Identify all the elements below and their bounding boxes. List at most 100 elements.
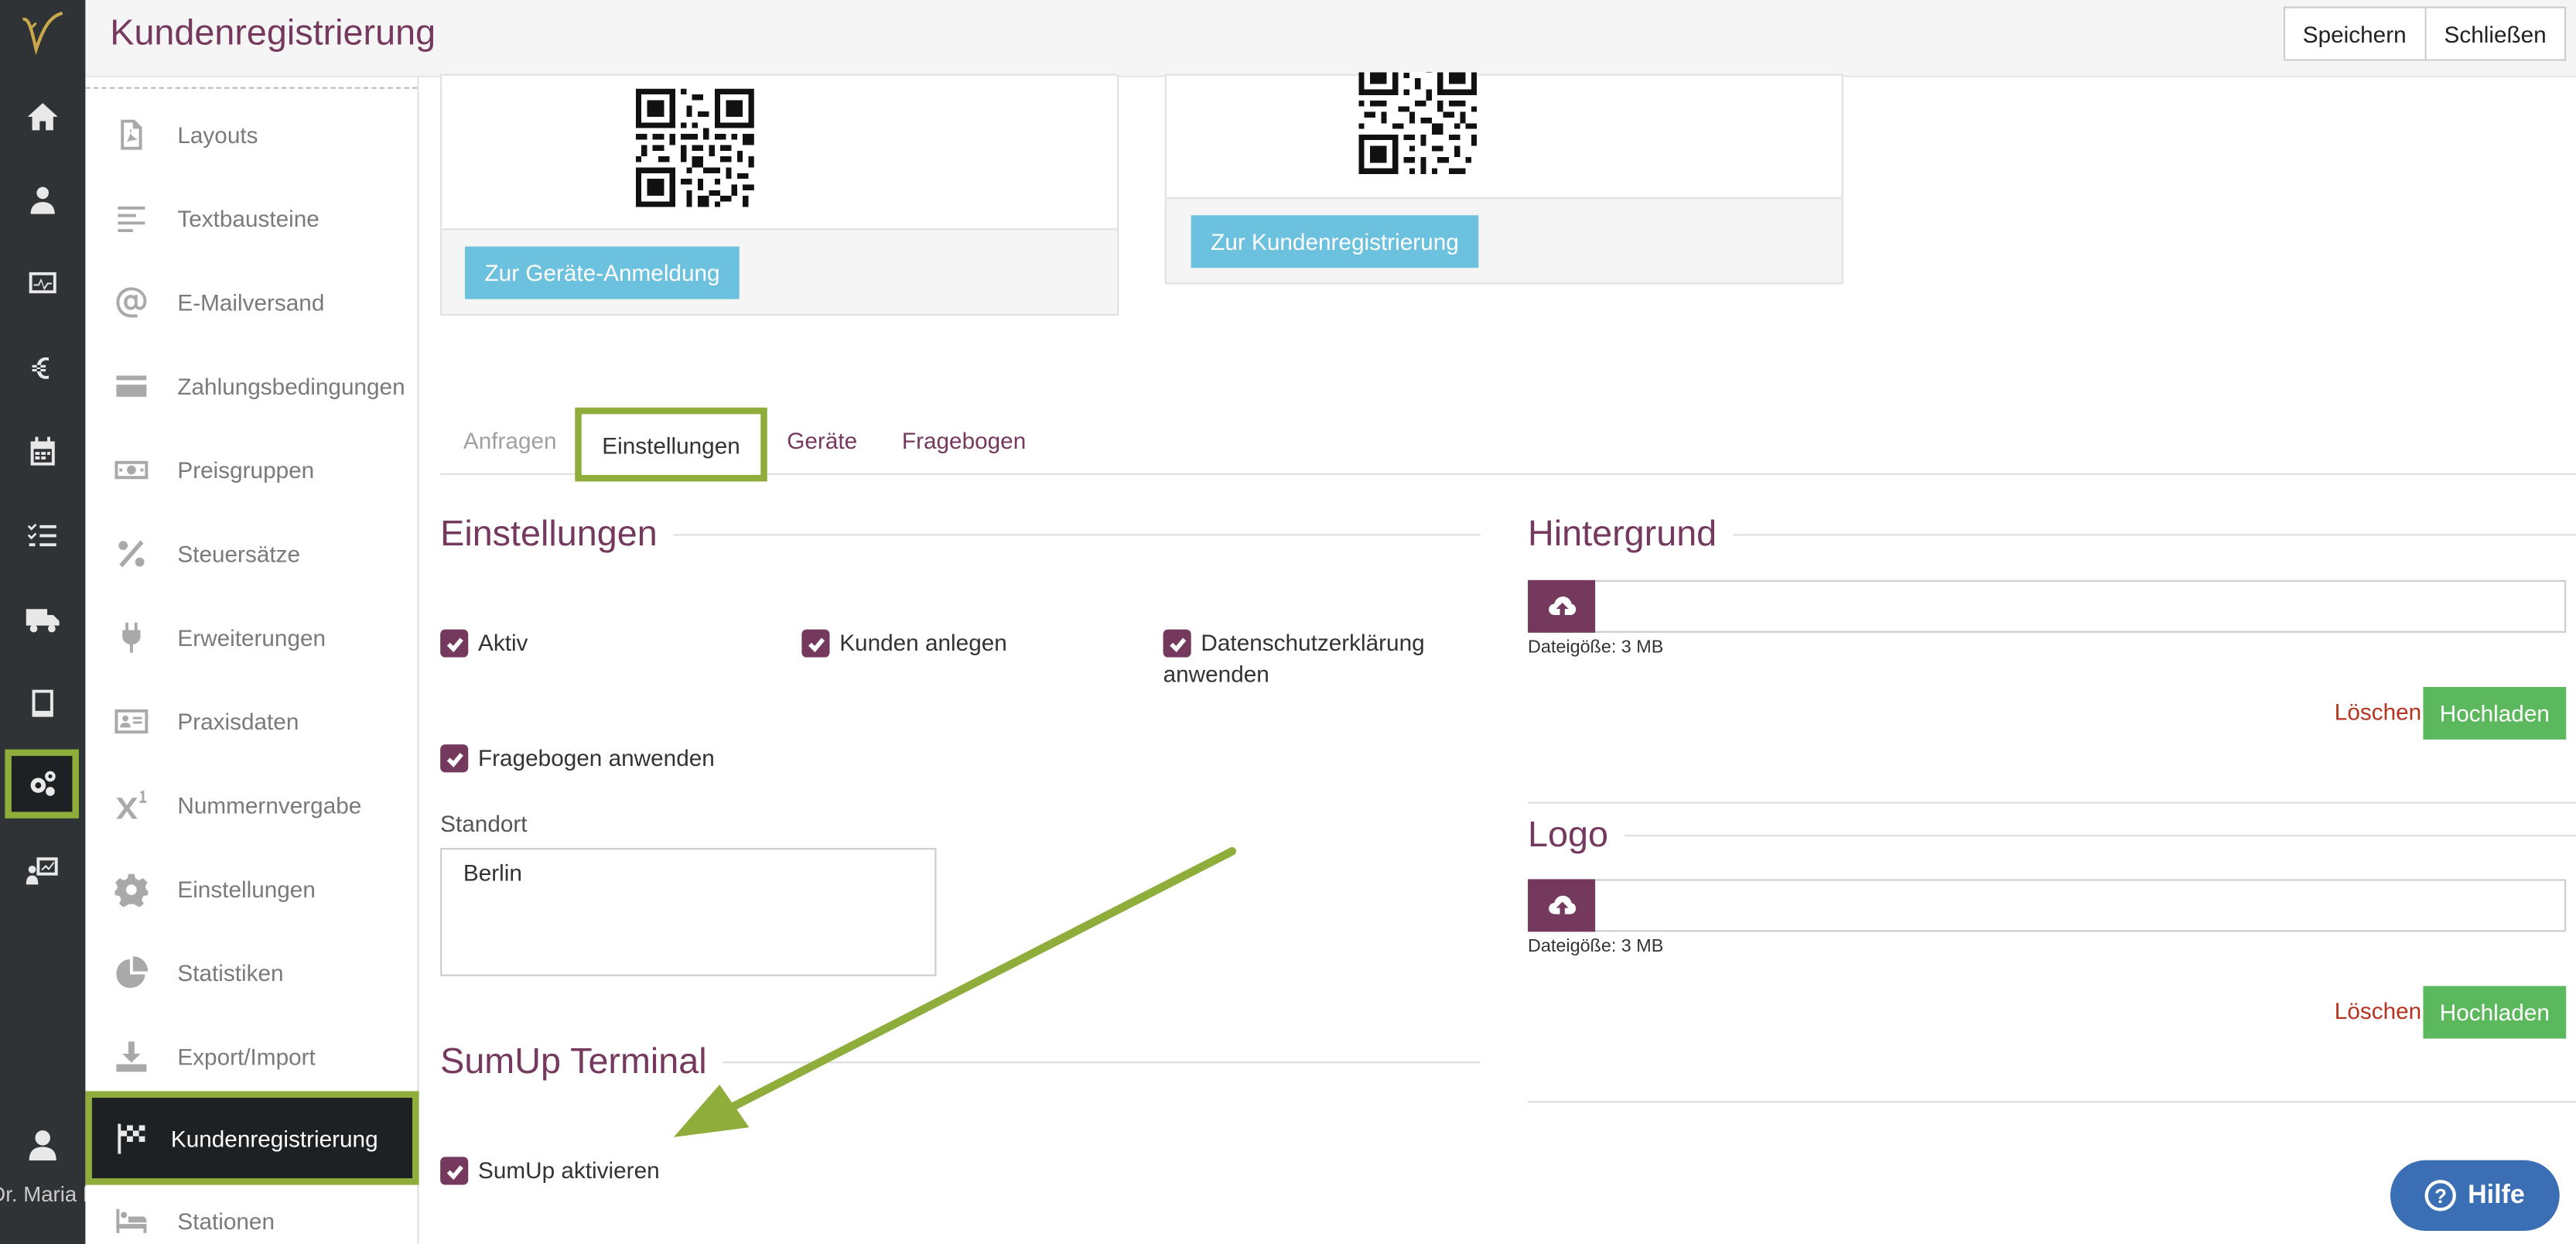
- app-logo[interactable]: [13, 6, 69, 59]
- at-icon: [85, 283, 177, 320]
- checkbox-checked-icon: [440, 1157, 469, 1185]
- cloud-upload-icon[interactable]: [1528, 579, 1596, 633]
- background-heading: Hintergrund: [1528, 513, 2576, 555]
- sidebar-item-erweiterungen[interactable]: Erweiterungen: [85, 595, 417, 678]
- background-delete-link[interactable]: Löschen: [2335, 699, 2421, 725]
- plug-icon: [85, 619, 177, 655]
- checkbox-label: SumUp aktivieren: [477, 1157, 660, 1184]
- euro-icon[interactable]: [0, 332, 85, 404]
- tasks-icon[interactable]: [0, 500, 85, 572]
- user-profile[interactable]: Dr. Maria Müller: [0, 1127, 141, 1208]
- sidebar-item-nummernvergabe[interactable]: Nummernvergabe: [85, 763, 417, 846]
- standort-label: Standort: [440, 810, 528, 837]
- close-button[interactable]: Schließen: [2426, 6, 2567, 61]
- sidebar-item-label: Kundenregistrierung: [170, 1125, 378, 1152]
- settings-sidebar: Layouts Textbausteine E-Mailversand Zahl…: [85, 77, 419, 1244]
- user-icon: [29, 1130, 56, 1161]
- calendar-icon[interactable]: [0, 415, 85, 487]
- heading-rule: [673, 533, 1481, 535]
- sumup-heading: SumUp Terminal: [440, 1040, 1481, 1083]
- qr-code-image: [1358, 72, 1478, 174]
- tab-geraete[interactable]: Geräte: [787, 405, 857, 475]
- device-login-button[interactable]: Zur Geräte-Anmeldung: [465, 246, 740, 299]
- gear-icon: [85, 870, 177, 907]
- sidebar-item-preisgruppen[interactable]: Preisgruppen: [85, 427, 417, 511]
- sidebar-item-label: Layouts: [177, 121, 258, 148]
- book-icon[interactable]: [0, 667, 85, 739]
- download-icon: [85, 1037, 177, 1074]
- logo-delete-link[interactable]: Löschen: [2335, 997, 2421, 1024]
- card-footer: Zur Kundenregistrierung: [1166, 197, 1842, 283]
- monitor-icon[interactable]: [0, 248, 85, 320]
- sidebar-item-label: Export/Import: [177, 1042, 316, 1069]
- checkbox-checked-icon: [440, 744, 469, 773]
- user-name: Dr. Maria Müller: [0, 1181, 142, 1207]
- checkbox-checked-icon: [440, 629, 469, 658]
- sidebar-item-emailversand[interactable]: E-Mailversand: [85, 260, 417, 343]
- sidebar-item-label: Einstellungen: [177, 875, 316, 902]
- settings-icon[interactable]: [5, 749, 79, 819]
- tab-bar: Anfragen Einstellungen Geräte Fragebogen: [440, 405, 2576, 482]
- cloud-upload-icon[interactable]: [1528, 879, 1596, 932]
- background-file-input[interactable]: [1528, 579, 2567, 633]
- sidebar-item-kundenregistrierung[interactable]: Kundenregistrierung: [85, 1091, 419, 1185]
- chart-board-icon[interactable]: [0, 835, 85, 907]
- customer-registration-card: Zur Kundenregistrierung: [1164, 72, 1843, 285]
- datenschutz-checkbox[interactable]: Datenschutzerklärung anwenden: [1163, 627, 1459, 690]
- question-icon: ?: [2424, 1180, 2457, 1212]
- sidebar-item-statistiken[interactable]: Statistiken: [85, 930, 417, 1013]
- sidebar-item-praxisdaten[interactable]: Praxisdaten: [85, 678, 417, 762]
- sidebar-item-label: E-Mailversand: [177, 288, 325, 315]
- sidebar-item-zahlungsbedingungen[interactable]: Zahlungsbedingungen: [85, 343, 417, 427]
- device-login-card: Zur Geräte-Anmeldung: [440, 73, 1119, 316]
- settings-heading: Einstellungen: [440, 513, 1481, 555]
- logo-heading: Logo: [1528, 813, 2576, 856]
- sidebar-item-textbausteine[interactable]: Textbausteine: [85, 176, 417, 259]
- sidebar-item-label: Textbausteine: [177, 204, 319, 231]
- customer-registration-button[interactable]: Zur Kundenregistrierung: [1191, 215, 1479, 268]
- sidebar-item-einstellungen[interactable]: Einstellungen: [85, 846, 417, 930]
- page-header: Kundenregistrierung Speichern Schließen: [85, 0, 2576, 77]
- kunden-anlegen-checkbox[interactable]: Kunden anlegen: [801, 627, 1007, 658]
- tab-einstellungen[interactable]: Einstellungen: [575, 407, 767, 482]
- checkbox-label: Fragebogen anwenden: [477, 744, 715, 771]
- logo-file-input[interactable]: [1528, 879, 2567, 932]
- tab-anfragen[interactable]: Anfragen: [463, 405, 557, 475]
- logo-size-hint: Dateigöße: 3 MB: [1528, 936, 1664, 957]
- sidebar-item-layouts[interactable]: Layouts: [85, 92, 417, 176]
- fragebogen-checkbox[interactable]: Fragebogen anwenden: [440, 743, 715, 774]
- sidebar-item-label: Stationen: [177, 1207, 275, 1234]
- divider: [1528, 801, 2576, 804]
- save-button[interactable]: Speichern: [2283, 6, 2427, 61]
- logo-upload-button[interactable]: Hochladen: [2423, 986, 2567, 1039]
- checkbox-label: Aktiv: [477, 629, 528, 656]
- sidebar-divider: [85, 87, 418, 89]
- sidebar-item-steuersaetze[interactable]: Steuersätze: [85, 511, 417, 595]
- customers-icon[interactable]: [0, 164, 85, 236]
- checkbox-label: Datenschutzerklärung: [1201, 629, 1425, 656]
- card-footer: Zur Geräte-Anmeldung: [442, 228, 1118, 314]
- truck-icon[interactable]: [0, 583, 85, 655]
- pie-chart-icon: [85, 954, 177, 990]
- sumup-heading-text: SumUp Terminal: [440, 1040, 707, 1082]
- sidebar-item-label: Zahlungsbedingungen: [177, 372, 405, 399]
- sidebar-item-label: Praxisdaten: [177, 707, 299, 734]
- percent-icon: [85, 535, 177, 571]
- home-icon[interactable]: [0, 80, 85, 152]
- sumup-checkbox[interactable]: SumUp aktivieren: [440, 1155, 660, 1186]
- standort-textarea[interactable]: Berlin: [440, 848, 937, 976]
- pdf-icon: [85, 116, 177, 152]
- background-upload-button[interactable]: Hochladen: [2423, 686, 2567, 740]
- help-button[interactable]: ? Hilfe: [2390, 1160, 2560, 1232]
- heading-rule: [723, 1061, 1481, 1063]
- background-heading-text: Hintergrund: [1528, 512, 1717, 554]
- sidebar-item-label: Erweiterungen: [177, 624, 326, 651]
- background-size-hint: Dateigöße: 3 MB: [1528, 637, 1664, 658]
- tab-fragebogen[interactable]: Fragebogen: [902, 405, 1026, 475]
- checkbox-checked-icon: [1163, 629, 1191, 658]
- help-label: Hilfe: [2468, 1181, 2525, 1209]
- aktiv-checkbox[interactable]: Aktiv: [440, 627, 528, 658]
- sidebar-item-stationen[interactable]: Stationen: [85, 1178, 417, 1244]
- sidebar-item-export-import[interactable]: Export/Import: [85, 1014, 417, 1098]
- sidebar-item-label: Steuersätze: [177, 539, 301, 566]
